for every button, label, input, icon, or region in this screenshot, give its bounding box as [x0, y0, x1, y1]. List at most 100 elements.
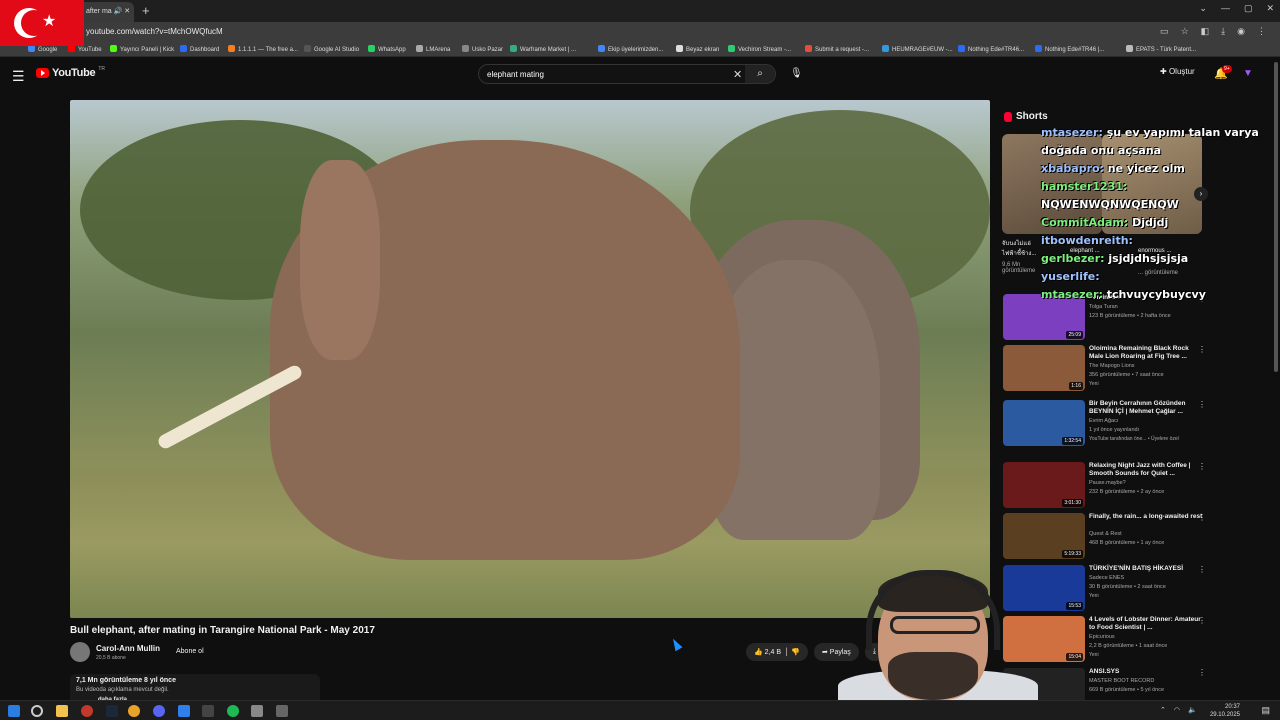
- recommended-channel[interactable]: Sadece ENES: [1089, 575, 1124, 581]
- bookmark-item[interactable]: Dashboard: [180, 45, 219, 53]
- thumbs-down-icon[interactable]: 👎: [791, 649, 800, 656]
- bookmark-item[interactable]: YouTube: [68, 45, 102, 53]
- chrome-icon[interactable]: [128, 705, 140, 717]
- url-field[interactable]: youtube.com/watch?v=tMchOWQfucM: [86, 27, 223, 36]
- tab-search-icon[interactable]: ⌄: [1199, 3, 1207, 14]
- browser-menu-icon[interactable]: ⋮: [1257, 26, 1266, 37]
- bookmark-label: 1.1.1.1 — The free a...: [238, 47, 298, 53]
- file-explorer-icon[interactable]: [56, 705, 68, 717]
- recommended-video[interactable]: 1:32:54 Bir Beyin Cerrahının Gözünden BE…: [1003, 400, 1206, 448]
- app-icon-folder[interactable]: [251, 705, 263, 717]
- maximize-icon[interactable]: ▢: [1244, 3, 1253, 14]
- channel-avatar[interactable]: [70, 642, 90, 662]
- new-tab-icon[interactable]: +: [142, 3, 150, 18]
- search-icon[interactable]: [31, 705, 43, 717]
- bookmark-item[interactable]: Yayıncı Paneli | Kick: [110, 45, 174, 53]
- bookmark-item[interactable]: Usko Pazar: [462, 45, 503, 53]
- bookmark-item[interactable]: Google: [28, 45, 57, 53]
- bookmark-item[interactable]: EPATS - Türk Patent...: [1126, 45, 1196, 53]
- clear-search-icon[interactable]: ✕: [733, 68, 742, 81]
- more-options-icon[interactable]: ⋮: [1198, 462, 1206, 471]
- bookmark-item[interactable]: Beyaz ekran: [676, 45, 719, 53]
- recommended-video[interactable]: 3:01:30 Relaxing Night Jazz with Coffee …: [1003, 462, 1206, 510]
- recommended-channel[interactable]: Epicurious: [1089, 634, 1115, 640]
- recommended-channel[interactable]: Quest & Rest: [1089, 531, 1122, 537]
- discord-icon[interactable]: [153, 705, 165, 717]
- clock[interactable]: 20:37 29.10.2025: [1210, 703, 1240, 719]
- microphone-icon[interactable]: 🎙: [790, 68, 803, 79]
- app-icon-red[interactable]: [81, 705, 93, 717]
- search-button[interactable]: ⌕: [745, 65, 775, 83]
- recommended-meta: 1 yıl önce yayınlandı: [1089, 427, 1140, 433]
- browser-tab[interactable]: after ma 🔊 ✕: [78, 2, 134, 22]
- bookmark-star-icon[interactable]: ☆: [1181, 26, 1189, 37]
- steam-icon[interactable]: [106, 705, 118, 717]
- app-icon-gray[interactable]: [202, 705, 214, 717]
- more-options-icon[interactable]: ⋮: [1198, 400, 1206, 409]
- create-button[interactable]: ✚ Oluştur: [1160, 67, 1195, 76]
- bookmark-item[interactable]: WhatsApp: [368, 45, 406, 53]
- more-options-icon[interactable]: ⋮: [1198, 565, 1206, 574]
- short-views: 9,6 Mn görüntüleme: [1002, 262, 1036, 274]
- volume-icon[interactable]: 🔈: [1188, 706, 1197, 714]
- bookmark-item[interactable]: 1.1.1.1 — The free a...: [228, 45, 298, 53]
- description-text: Bu videoda açıklama mevcut değil.: [76, 687, 169, 693]
- recommended-channel[interactable]: The Mapogo Lions: [1089, 363, 1135, 369]
- channel-name[interactable]: Carol-Ann Mullin: [96, 644, 160, 653]
- tray-chevron-icon[interactable]: ⌃: [1160, 706, 1166, 714]
- bookmark-item[interactable]: Nothing Ede#TR46...: [958, 45, 1024, 53]
- bookmark-item[interactable]: Ekip üyelerimizden...: [598, 45, 663, 53]
- recommended-video[interactable]: 1:16 Oloimina Remaining Black Rock Male …: [1003, 345, 1206, 393]
- page-scrollbar[interactable]: [1274, 62, 1278, 372]
- search-input[interactable]: elephant mating: [487, 70, 544, 79]
- minimize-icon[interactable]: —: [1221, 3, 1230, 14]
- bookmark-item[interactable]: HEUMRAGE#EUW -...: [882, 45, 953, 53]
- more-options-icon[interactable]: ⋮: [1198, 513, 1206, 522]
- recommended-channel[interactable]: Tolga Turan: [1089, 304, 1118, 310]
- youtube-logo[interactable]: YouTube TR: [36, 66, 105, 79]
- like-button[interactable]: 👍 2,4 B │ 👎: [746, 643, 808, 661]
- profile-icon[interactable]: ◉: [1237, 26, 1245, 37]
- start-icon[interactable]: [8, 705, 20, 717]
- chat-message: mtasezer: şu ev yapımı talan varya: [1041, 124, 1259, 142]
- cast-icon[interactable]: ▭: [1160, 26, 1169, 37]
- recommended-title[interactable]: ANSI.SYS: [1089, 668, 1203, 676]
- search-box[interactable]: elephant mating ✕ ⌕: [478, 64, 776, 84]
- recommended-channel[interactable]: Evrim Ağacı: [1089, 418, 1118, 424]
- more-options-icon[interactable]: ⋮: [1198, 668, 1206, 677]
- app-icon-blue[interactable]: [178, 705, 190, 717]
- downloads-icon[interactable]: ⤓: [1221, 26, 1225, 37]
- app-icon-misc[interactable]: [276, 705, 288, 717]
- recommended-title[interactable]: TÜRKİYE'NİN BATIŞ HİKAYESİ: [1089, 565, 1203, 573]
- recommended-title[interactable]: Finally, the rain... a long-awaited rest: [1089, 513, 1203, 521]
- bookmark-item[interactable]: Submit a request -...: [805, 45, 869, 53]
- bookmark-favicon-icon: [28, 45, 35, 52]
- hamburger-menu-icon[interactable]: ☰: [12, 68, 25, 85]
- spotify-icon[interactable]: [227, 705, 239, 717]
- more-options-icon[interactable]: ⋮: [1198, 616, 1206, 625]
- recommended-channel[interactable]: Pause.maybe?: [1089, 480, 1126, 486]
- youtube-header: ☰ YouTube TR elephant mating ✕ ⌕ 🎙 ✚ Olu…: [0, 57, 1280, 93]
- wifi-icon[interactable]: ◠: [1174, 706, 1180, 714]
- recommended-title[interactable]: Relaxing Night Jazz with Coffee | Smooth…: [1089, 462, 1203, 478]
- duration-badge: 1:16: [1069, 382, 1083, 390]
- recommended-title[interactable]: 4 Levels of Lobster Dinner: Amateur to F…: [1089, 616, 1203, 632]
- bookmarks-bar: Google YouTube Yayıncı Paneli | Kick Dashbo…: [0, 42, 1280, 57]
- recommended-video[interactable]: 5:19:33 Finally, the rain... a long-awai…: [1003, 513, 1206, 561]
- bookmark-item[interactable]: Warframe Market | ...: [510, 45, 576, 53]
- video-player[interactable]: [70, 100, 990, 618]
- account-avatar[interactable]: ▼: [1243, 68, 1253, 79]
- recommended-channel[interactable]: MASTER BOOT RECORD: [1089, 678, 1154, 684]
- close-window-icon[interactable]: ✕: [1266, 3, 1274, 14]
- bookmark-item[interactable]: LMArena: [416, 45, 450, 53]
- recommended-title[interactable]: Oloimina Remaining Black Rock Male Lion …: [1089, 345, 1203, 361]
- recommended-title[interactable]: Bir Beyin Cerrahının Gözünden BEYNİN İÇİ…: [1089, 400, 1203, 416]
- bookmark-item[interactable]: Vechiron Stream -...: [728, 45, 791, 53]
- subscribe-button[interactable]: Abone ol: [168, 644, 212, 660]
- notification-center-icon[interactable]: ▤: [1261, 705, 1270, 716]
- bookmark-item[interactable]: Google AI Studio: [304, 45, 359, 53]
- more-options-icon[interactable]: ⋮: [1198, 345, 1206, 354]
- short-caption[interactable]: จับนงไม่แอ่ ไฟฟ้าชี้ช้าง...: [1002, 238, 1042, 258]
- extensions-icon[interactable]: ◧: [1201, 26, 1210, 37]
- bookmark-item[interactable]: Nothing Ede#TR46 |...: [1035, 45, 1104, 53]
